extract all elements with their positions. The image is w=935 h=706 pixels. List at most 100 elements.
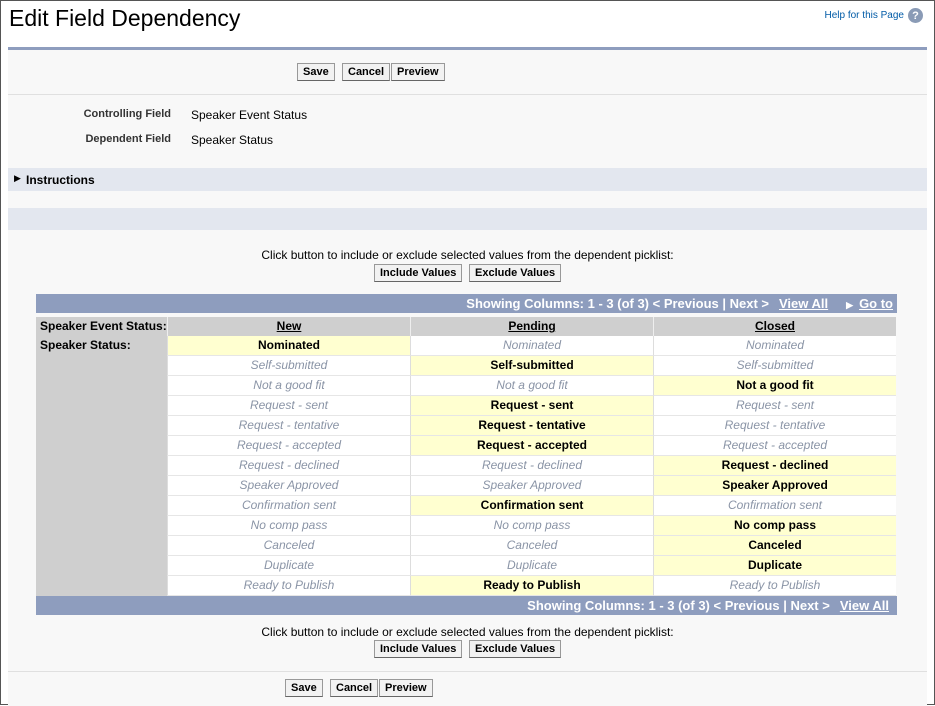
excluded-value-cell[interactable]: Nominated bbox=[410, 336, 653, 356]
table-row: Duplicate Duplicate Duplicate bbox=[36, 556, 897, 576]
excluded-value-cell[interactable]: Request - accepted bbox=[167, 436, 410, 456]
preview-button[interactable]: Preview bbox=[379, 679, 433, 697]
pager-text[interactable]: Showing Columns: 1 - 3 (of 3) < Previous… bbox=[466, 296, 769, 311]
table-row: Speaker Approved Speaker Approved Speaker … bbox=[36, 476, 897, 496]
dependent-label-cell bbox=[36, 396, 167, 416]
include-values-button[interactable]: Include Values bbox=[374, 640, 463, 658]
pager-text[interactable]: Showing Columns: 1 - 3 (of 3) < Previous… bbox=[527, 598, 830, 613]
excluded-value-cell[interactable]: Request - declined bbox=[167, 456, 410, 476]
excluded-value-cell[interactable]: Speaker Approved bbox=[410, 476, 653, 496]
excluded-value-cell[interactable]: Request - tentative bbox=[653, 416, 896, 436]
included-value-cell[interactable]: Not a good fit bbox=[653, 376, 896, 396]
excluded-value-cell[interactable]: Not a good fit bbox=[167, 376, 410, 396]
column-header[interactable]: New bbox=[167, 317, 410, 336]
dependent-label-cell bbox=[36, 536, 167, 556]
dependent-label-cell bbox=[36, 436, 167, 456]
included-value-cell[interactable]: Request - accepted bbox=[410, 436, 653, 456]
exclude-values-button[interactable]: Exclude Values bbox=[469, 264, 562, 282]
excluded-value-cell[interactable]: Self-submitted bbox=[653, 356, 896, 376]
view-all-link[interactable]: View All bbox=[840, 598, 889, 613]
excluded-value-cell[interactable]: Request - accepted bbox=[653, 436, 896, 456]
excluded-value-cell[interactable]: Duplicate bbox=[167, 556, 410, 576]
table-row: Request - sent Request - sent Request - se… bbox=[36, 396, 897, 416]
table-row: Request - accepted Request - accepted Requ… bbox=[36, 436, 897, 456]
table-row: Self-submitted Self-submitted Self-submitt… bbox=[36, 356, 897, 376]
excluded-value-cell[interactable]: Ready to Publish bbox=[167, 576, 410, 596]
table-row: No comp pass No comp pass No comp pass bbox=[36, 516, 897, 536]
excluded-value-cell[interactable]: Speaker Approved bbox=[167, 476, 410, 496]
edit-panel: Save Cancel Preview Controlling Field Sp… bbox=[8, 47, 927, 706]
preview-button[interactable]: Preview bbox=[391, 63, 445, 81]
save-button[interactable]: Save bbox=[297, 63, 335, 81]
excluded-value-cell[interactable]: Nominated bbox=[653, 336, 896, 356]
excluded-value-cell[interactable]: No comp pass bbox=[167, 516, 410, 536]
column-header[interactable]: Pending bbox=[410, 317, 653, 336]
included-value-cell[interactable]: Request - tentative bbox=[410, 416, 653, 436]
expand-triangle-icon: ▶ bbox=[14, 173, 21, 183]
pager-bottom: Showing Columns: 1 - 3 (of 3) < Previous… bbox=[36, 596, 897, 615]
excluded-value-cell[interactable]: Not a good fit bbox=[410, 376, 653, 396]
table-row: Canceled Canceled Canceled bbox=[36, 536, 897, 556]
excluded-value-cell[interactable]: Request - declined bbox=[410, 456, 653, 476]
cancel-button[interactable]: Cancel bbox=[330, 679, 379, 697]
page-title: Edit Field Dependency bbox=[9, 5, 241, 31]
excluded-value-cell[interactable]: Request - sent bbox=[653, 396, 896, 416]
dependent-label-cell bbox=[36, 416, 167, 436]
excluded-value-cell[interactable]: Request - sent bbox=[167, 396, 410, 416]
included-value-cell[interactable]: Ready to Publish bbox=[410, 576, 653, 596]
hint-text: Click button to include or exclude selec… bbox=[261, 625, 674, 639]
go-to-link[interactable]: Go to bbox=[859, 296, 893, 311]
included-value-cell[interactable]: Nominated bbox=[167, 336, 410, 356]
help-icon: ? bbox=[908, 8, 923, 23]
dependent-label-cell bbox=[36, 576, 167, 596]
dependent-label-cell bbox=[36, 376, 167, 396]
dependent-label-cell: Speaker Status: bbox=[36, 336, 167, 356]
dependent-label-cell bbox=[36, 556, 167, 576]
included-value-cell[interactable]: Request - sent bbox=[410, 396, 653, 416]
table-row: Request - tentative Request - tentative Re… bbox=[36, 416, 897, 436]
divider bbox=[8, 94, 927, 95]
included-value-cell[interactable]: No comp pass bbox=[653, 516, 896, 536]
table-row: Confirmation sent Confirmation sent Confir… bbox=[36, 496, 897, 516]
included-value-cell[interactable]: Confirmation sent bbox=[410, 496, 653, 516]
divider bbox=[8, 671, 927, 672]
table-row: Request - declined Request - declined Requ… bbox=[36, 456, 897, 476]
dependent-label-cell bbox=[36, 496, 167, 516]
dependent-field-label: Dependent Field bbox=[85, 133, 171, 145]
controlling-field-value: Speaker Event Status bbox=[191, 108, 308, 122]
dependent-label-cell bbox=[36, 476, 167, 496]
excluded-value-cell[interactable]: Canceled bbox=[167, 536, 410, 556]
help-label: Help for this Page bbox=[824, 10, 905, 21]
excluded-value-cell[interactable]: Confirmation sent bbox=[653, 496, 896, 516]
excluded-value-cell[interactable]: Request - tentative bbox=[167, 416, 410, 436]
dependent-label-cell bbox=[36, 456, 167, 476]
excluded-value-cell[interactable]: No comp pass bbox=[410, 516, 653, 536]
instructions-toggle[interactable]: ▶ Instructions bbox=[8, 168, 927, 191]
excluded-value-cell[interactable]: Canceled bbox=[410, 536, 653, 556]
excluded-value-cell[interactable]: Self-submitted bbox=[167, 356, 410, 376]
included-value-cell[interactable]: Duplicate bbox=[653, 556, 896, 576]
save-button[interactable]: Save bbox=[285, 679, 323, 697]
controlling-label: Speaker Event Status: bbox=[36, 317, 167, 336]
instructions-label: Instructions bbox=[26, 173, 95, 187]
view-all-link[interactable]: View All bbox=[779, 296, 828, 311]
section-bar bbox=[8, 208, 927, 230]
column-header[interactable]: Closed bbox=[653, 317, 896, 336]
included-value-cell[interactable]: Canceled bbox=[653, 536, 896, 556]
cancel-button[interactable]: Cancel bbox=[342, 63, 391, 81]
exclude-values-button[interactable]: Exclude Values bbox=[469, 640, 562, 658]
included-value-cell[interactable]: Self-submitted bbox=[410, 356, 653, 376]
included-value-cell[interactable]: Request - declined bbox=[653, 456, 896, 476]
excluded-value-cell[interactable]: Duplicate bbox=[410, 556, 653, 576]
excluded-value-cell[interactable]: Confirmation sent bbox=[167, 496, 410, 516]
go-to-arrow-icon: ▶ bbox=[846, 300, 854, 310]
dependent-label-cell bbox=[36, 356, 167, 376]
help-link[interactable]: Help for this Page? bbox=[824, 8, 923, 23]
table-row: Speaker Status: Nominated Nominated Nominat… bbox=[36, 336, 897, 356]
include-values-button[interactable]: Include Values bbox=[374, 264, 463, 282]
hint-text: Click button to include or exclude selec… bbox=[261, 248, 674, 262]
dependency-matrix: Speaker Event Status: New Pending Closed Spe… bbox=[36, 317, 897, 596]
pager-top: Showing Columns: 1 - 3 (of 3) < Previous… bbox=[36, 294, 897, 313]
excluded-value-cell[interactable]: Ready to Publish bbox=[653, 576, 896, 596]
included-value-cell[interactable]: Speaker Approved bbox=[653, 476, 896, 496]
